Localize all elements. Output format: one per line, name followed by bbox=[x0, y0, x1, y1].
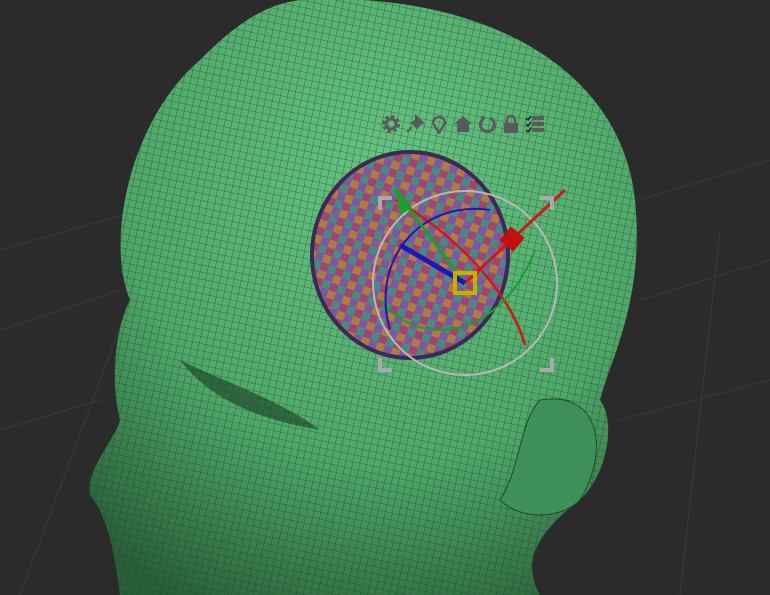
lock-icon[interactable] bbox=[501, 114, 521, 134]
home-icon[interactable] bbox=[453, 114, 473, 134]
mesh-hole bbox=[310, 150, 510, 360]
3d-viewport[interactable] bbox=[0, 0, 770, 595]
pin-icon[interactable] bbox=[405, 114, 425, 134]
location-pin-icon[interactable] bbox=[429, 114, 449, 134]
reset-rotation-icon[interactable] bbox=[477, 114, 497, 134]
gear-icon[interactable] bbox=[381, 114, 401, 134]
checklist-icon[interactable] bbox=[525, 114, 545, 134]
gizmo-toolbar bbox=[381, 114, 545, 134]
